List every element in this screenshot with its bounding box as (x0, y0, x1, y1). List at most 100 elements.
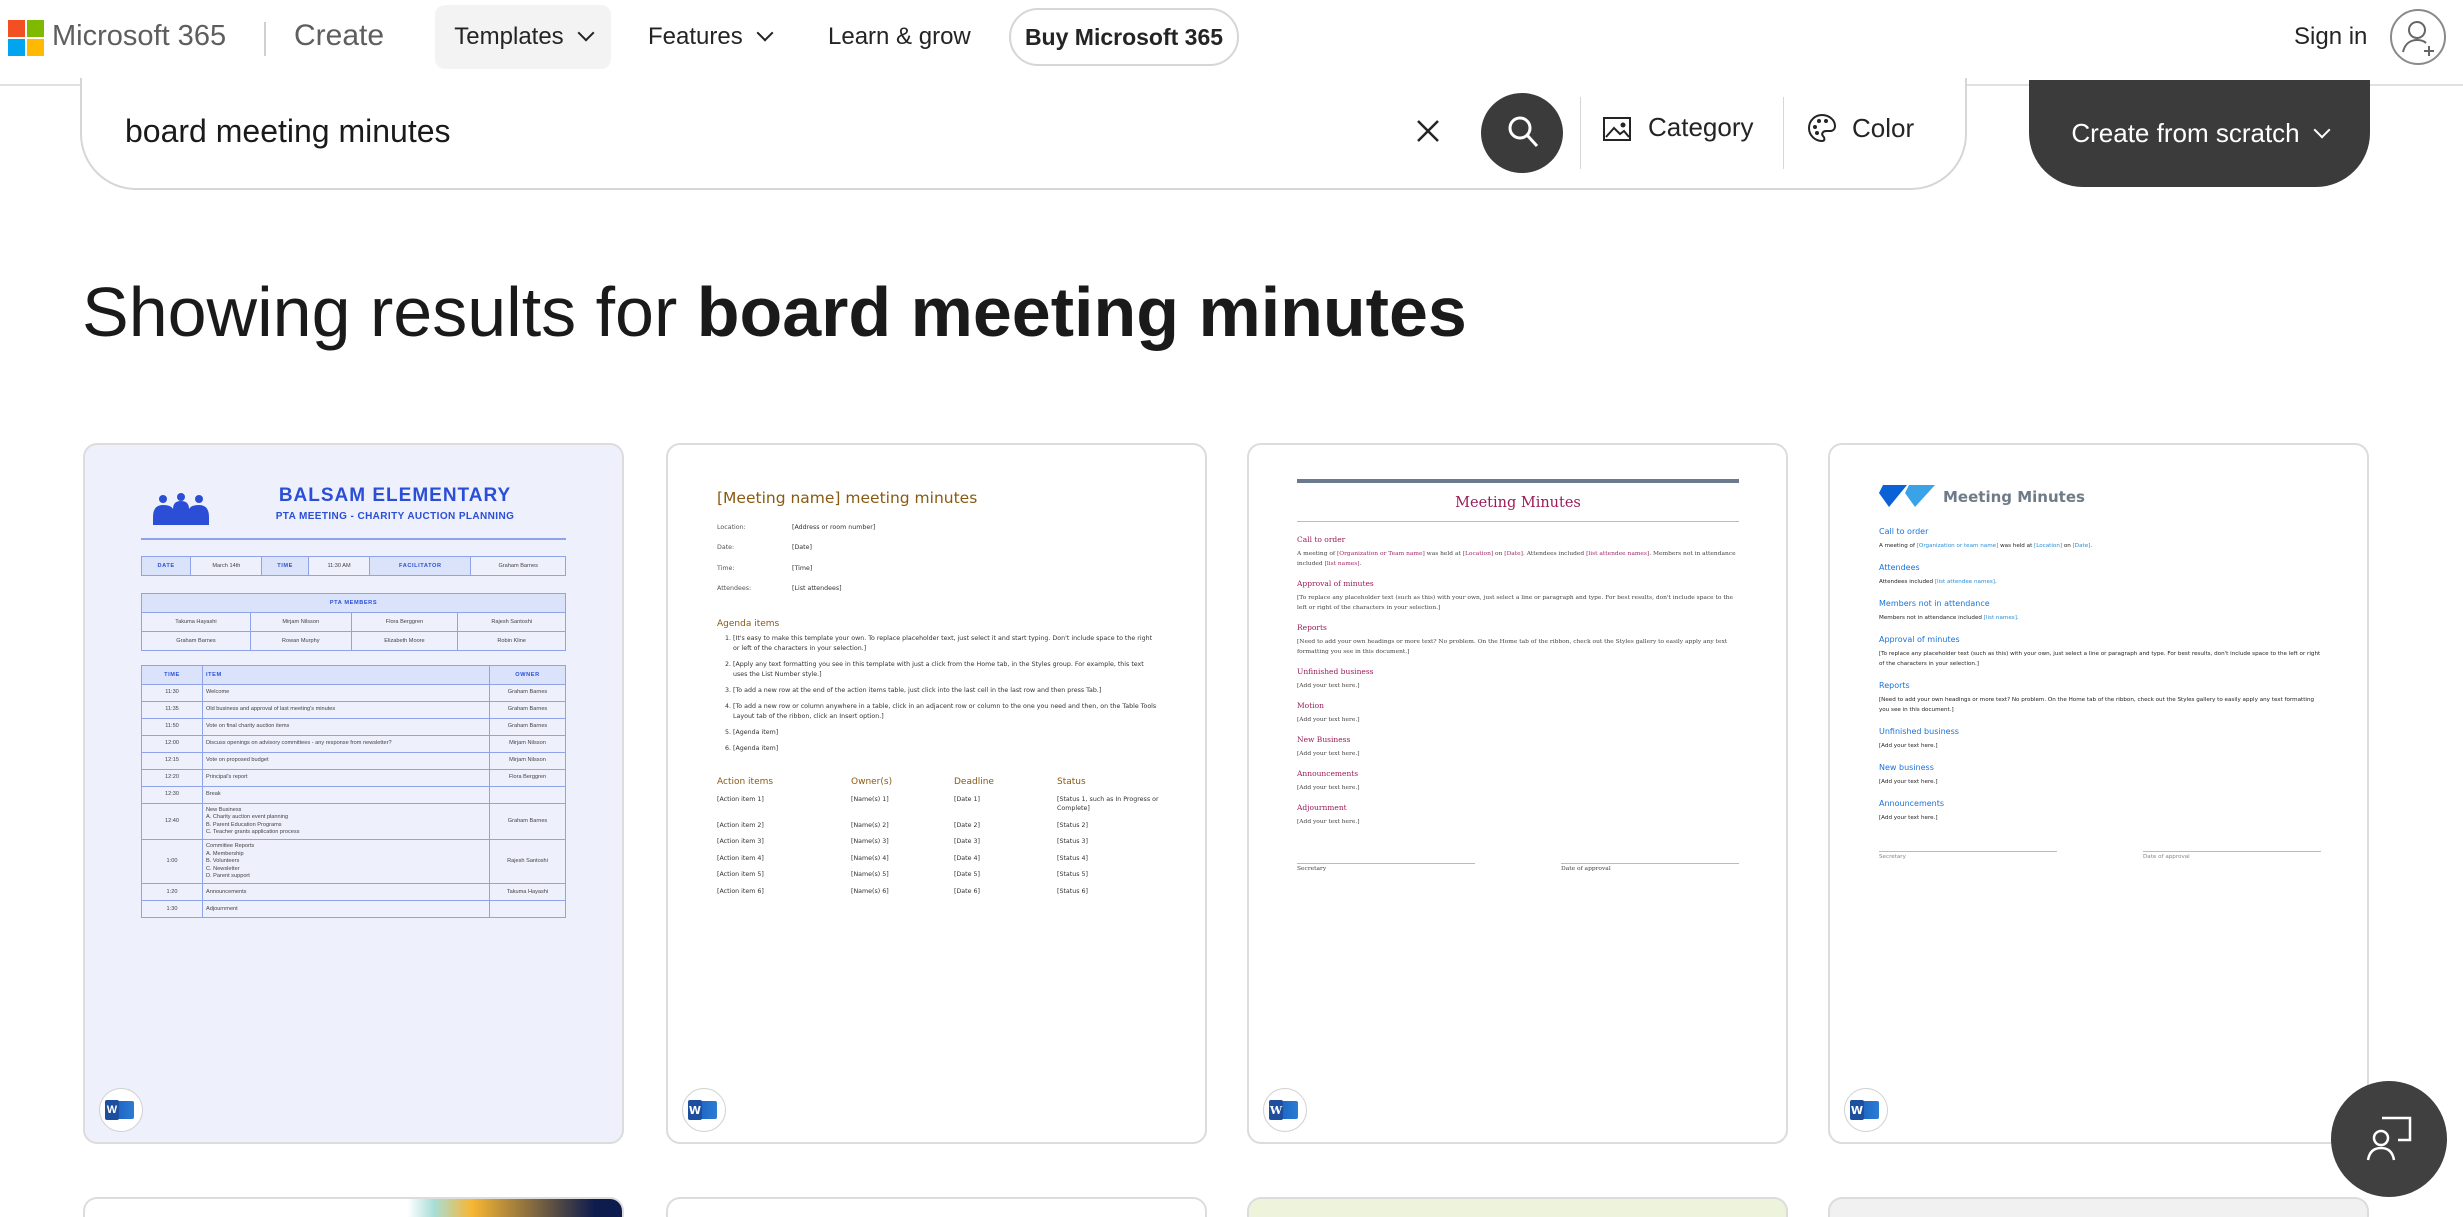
section-heading: New business (1879, 763, 1934, 772)
word-app-badge: W (1844, 1088, 1888, 1132)
text: Attendees included (1879, 579, 1935, 585)
cell: Mirjam Nilsson (489, 752, 566, 770)
template-card[interactable]: Meeting Minutes Call to order A meeting o… (1828, 443, 2369, 1144)
divider (1580, 97, 1581, 169)
members-header: PTA MEMBERS (141, 593, 566, 613)
text: [Add your text here.] (1297, 717, 1360, 723)
create-from-scratch-button[interactable]: Create from scratch (2029, 80, 2370, 187)
search-input[interactable]: board meeting minutes (125, 113, 451, 150)
cell: 11:30 AM (307, 556, 371, 576)
divider (1783, 97, 1784, 169)
cell: 1:00 (141, 839, 203, 885)
nav-features[interactable]: Features (648, 5, 774, 69)
agenda-item: [It's easy to make this template your ow… (733, 634, 1157, 654)
section-text: [Add your text here.] (1297, 681, 1739, 691)
cell: [Date 6] (954, 887, 980, 895)
cell: Break (202, 786, 490, 804)
clear-search-icon[interactable] (1415, 118, 1441, 149)
section-heading: Attendees (1879, 563, 1920, 572)
search-button[interactable] (1481, 93, 1563, 173)
cell: Takuma Hayashi (489, 883, 566, 902)
section-text: [Add your text here.] (1297, 783, 1739, 793)
text: . (1994, 579, 1997, 585)
chevron-down-icon (2313, 121, 2331, 138)
buy-microsoft-365-button[interactable]: Buy Microsoft 365 (1009, 8, 1239, 66)
column-header: Owner(s) (851, 777, 893, 787)
agenda-list: [It's easy to make this template your ow… (717, 634, 1157, 754)
cell: [Name(s) 4] (851, 854, 889, 862)
cell: Rowan Murphy (249, 631, 352, 651)
cell: 11:35 (141, 701, 203, 719)
cell: 1:20 (141, 883, 203, 902)
info-table: DATE March 14th TIME 11:30 AM FACILITATOR G… (140, 556, 566, 576)
category-label: Category (1648, 112, 1754, 142)
cell: Graham Barnes (489, 802, 566, 841)
template-card[interactable]: Meeting Minutes Call to order A meeting o… (1247, 443, 1788, 1144)
agenda-item: [Agenda item] (733, 744, 1157, 754)
word-icon: W (105, 1100, 134, 1120)
cell: Mirjam Nilsson (489, 735, 566, 753)
color-filter-button[interactable]: Color (1806, 112, 1914, 144)
table-row: 12:30 Break (141, 786, 566, 804)
section-text: A meeting of [Organization or Team name]… (1297, 549, 1739, 569)
cell: 12:00 (141, 735, 203, 753)
section-heading: Approval of minutes (1297, 579, 1374, 588)
agenda-item: [To add a new row at the end of the acti… (733, 686, 1157, 696)
cell: TIME (261, 556, 309, 576)
table-row: 12:00 Discuss openings on advisory commit… (141, 735, 566, 753)
text: on (1493, 551, 1505, 557)
word-app-badge: W (682, 1088, 726, 1132)
cell: [Name(s) 6] (851, 887, 889, 895)
section-heading: Reports (1297, 623, 1327, 632)
cell: Graham Barnes (470, 556, 566, 576)
cell: Elizabeth Moore (350, 631, 459, 651)
section-heading: Announcements (1297, 769, 1359, 778)
doc-title: [Meeting name] meeting minutes (717, 489, 978, 507)
section-text: [Add your text here.] (1879, 741, 2321, 751)
template-card[interactable]: BALSAM ELEMENTARY PTA MEETING - CHARITY … (83, 443, 624, 1144)
search-icon (1508, 116, 1539, 148)
nav-features-label: Features (648, 23, 743, 50)
text: . (2090, 543, 2093, 549)
template-card[interactable] (83, 1197, 624, 1217)
nav-learn-grow[interactable]: Learn & grow (828, 5, 971, 69)
cell: [Action item 2] (717, 821, 764, 829)
agenda-item: [To add a new row or column anywhere in … (733, 702, 1157, 722)
sign-in-link[interactable]: Sign in (2294, 5, 2367, 69)
table-row: 1:00 Committee Reports A. Membership B. V… (141, 839, 566, 885)
text: [Add your text here.] (1879, 743, 1938, 749)
nav-templates[interactable]: Templates (435, 5, 611, 69)
divider (1297, 521, 1739, 522)
create-from-scratch-label: Create from scratch (2071, 118, 2300, 148)
cell: [Status 5] (1057, 871, 1088, 878)
cell: OWNER (489, 665, 566, 685)
template-card[interactable] (666, 1197, 1207, 1217)
agenda-heading: Agenda items (717, 619, 780, 629)
cell: [Status 3] (1057, 838, 1088, 845)
category-filter-button[interactable]: Category (1602, 112, 1754, 143)
template-card[interactable]: [Meeting name] meeting minutes Location:… (666, 443, 1207, 1144)
template-card[interactable] (1247, 1197, 1788, 1217)
color-label: Color (1852, 112, 1915, 143)
nav-templates-label: Templates (454, 23, 564, 50)
column-header: Action items (717, 777, 774, 787)
signature-line: Secretary (1297, 863, 1475, 872)
cell: [Status 6] (1057, 887, 1088, 895)
cell: Rajesh Santoshi (457, 612, 566, 632)
word-icon: W (688, 1100, 717, 1120)
feedback-chat-button[interactable] (2331, 1081, 2447, 1197)
doc-title: Meeting Minutes (1455, 495, 1581, 511)
cell: Adjournment (202, 900, 490, 919)
field-row: Attendees: [List attendees] (717, 579, 1157, 600)
brand-name[interactable]: Microsoft 365 (52, 20, 226, 53)
section-heading: Approval of minutes (1879, 635, 1960, 644)
microsoft-logo-icon[interactable] (8, 20, 44, 56)
signature-line: Secretary (1879, 851, 2057, 860)
field-label: Location: (717, 523, 746, 531)
account-icon[interactable] (2390, 9, 2446, 65)
template-card[interactable] (1828, 1197, 2369, 1217)
create-link[interactable]: Create (294, 19, 384, 53)
agenda-table: TIME ITEM OWNER 11:30 Welcome Graham Barnes 1… (141, 665, 566, 919)
text: A meeting of (1879, 543, 1917, 549)
field-label: Attendees: (717, 585, 752, 593)
